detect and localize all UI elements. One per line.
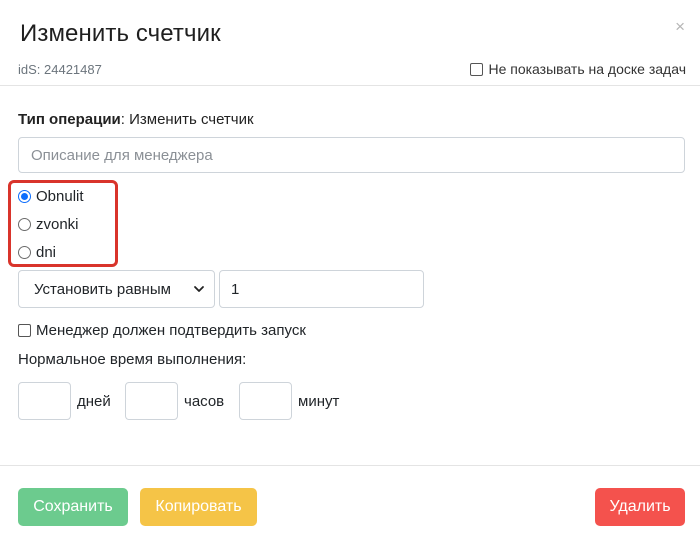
- minutes-input[interactable]: [239, 382, 292, 420]
- modal-footer: Сохранить Копировать Удалить: [0, 465, 700, 542]
- copy-button[interactable]: Копировать: [140, 488, 257, 526]
- days-label: дней: [77, 393, 111, 410]
- edit-counter-modal: Изменить счетчик × idS: 24421487 Не пока…: [0, 0, 700, 542]
- manager-confirm-checkbox-box[interactable]: [18, 324, 31, 337]
- counter-radio-dni[interactable]: dni: [18, 244, 56, 261]
- radio-button[interactable]: [18, 218, 31, 231]
- modal-title: Изменить счетчик: [20, 20, 221, 47]
- manager-confirm-checkbox[interactable]: Менеджер должен подтвердить запуск: [18, 322, 306, 339]
- manager-confirm-label: Менеджер должен подтвердить запуск: [36, 322, 306, 339]
- counter-radio-label: zvonki: [36, 216, 79, 233]
- counter-action-select[interactable]: Установить равным: [18, 270, 215, 308]
- operation-type: Тип операции: Изменить счетчик: [18, 111, 254, 128]
- close-icon[interactable]: ×: [675, 18, 685, 35]
- hide-on-board-checkbox-box[interactable]: [470, 62, 484, 76]
- manager-description-input[interactable]: [18, 137, 685, 173]
- chevron-down-icon: [194, 286, 204, 292]
- counter-action-select-value: Установить равным: [34, 280, 171, 298]
- counter-radio-label: dni: [36, 244, 57, 261]
- modal-header: Изменить счетчик × idS: 24421487 Не пока…: [0, 0, 700, 86]
- counter-value-input[interactable]: [219, 270, 424, 308]
- counter-radio-obnulit[interactable]: Obnulit: [18, 188, 84, 205]
- save-button[interactable]: Сохранить: [18, 488, 128, 526]
- operation-type-label: Тип операции: [18, 111, 121, 128]
- hours-label: часов: [184, 393, 225, 410]
- hide-on-board-checkbox[interactable]: Не показывать на доске задач: [470, 61, 686, 77]
- radio-button-checked[interactable]: [18, 190, 31, 203]
- minutes-label: минут: [298, 393, 340, 410]
- counter-radio-zvonki[interactable]: zvonki: [18, 216, 79, 233]
- days-input[interactable]: [18, 382, 71, 420]
- radio-button[interactable]: [18, 246, 31, 259]
- hours-input[interactable]: [125, 382, 178, 420]
- normal-time-label: Нормальное время выполнения:: [18, 351, 247, 368]
- ids-label: idS: 24421487: [18, 62, 102, 77]
- hide-on-board-label: Не показывать на доске задач: [488, 61, 686, 77]
- delete-button[interactable]: Удалить: [595, 488, 685, 526]
- counter-radio-label: Obnulit: [36, 188, 84, 205]
- operation-type-value: : Изменить счетчик: [120, 111, 254, 128]
